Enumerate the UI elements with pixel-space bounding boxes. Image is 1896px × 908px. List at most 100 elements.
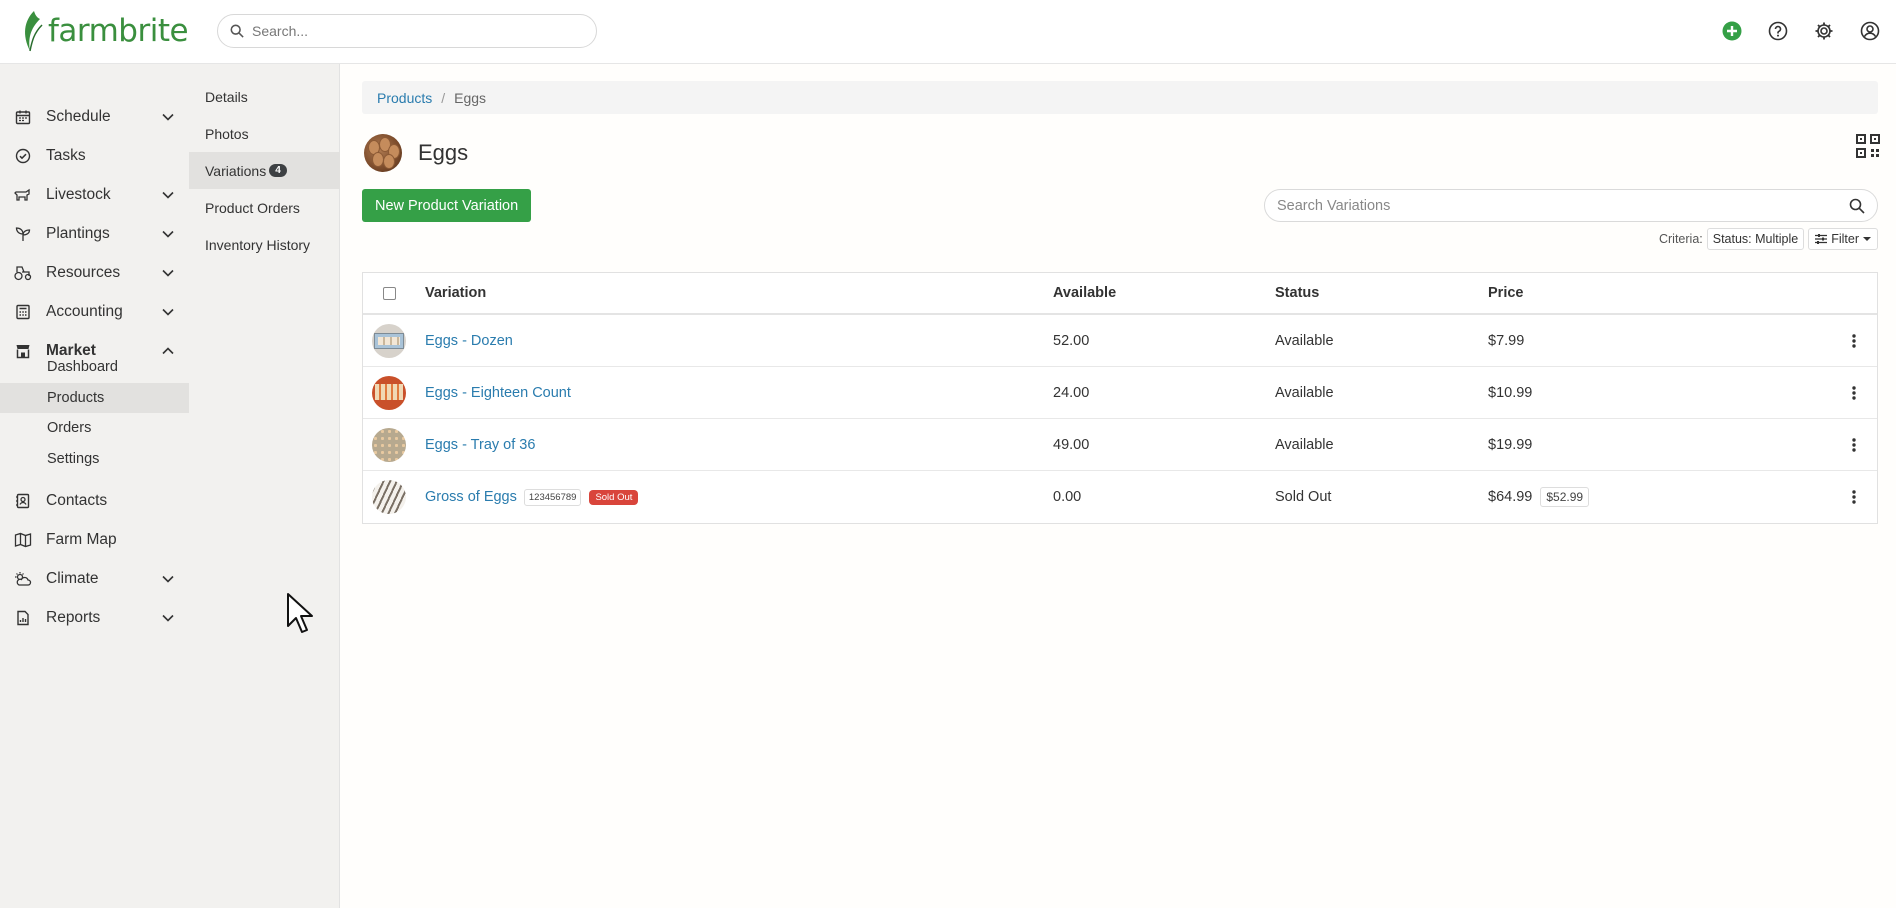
global-search[interactable] xyxy=(217,14,597,48)
sidebar-subitem-settings[interactable]: Settings xyxy=(0,444,189,474)
sold-out-badge: Sold Out xyxy=(589,489,639,505)
subnav-photos[interactable]: Photos xyxy=(189,115,340,152)
variation-link[interactable]: Eggs - Tray of 36 xyxy=(425,437,535,453)
tractor-icon xyxy=(14,264,32,282)
variations-search-input[interactable] xyxy=(1277,197,1837,214)
gear-icon[interactable] xyxy=(1810,17,1838,45)
status-cell: Available xyxy=(1275,332,1334,349)
product-subnav: Details Photos Variations 4 Product Orde… xyxy=(189,64,340,908)
caret-down-icon xyxy=(1863,237,1871,241)
sidebar-item-contacts[interactable]: Contacts xyxy=(0,481,189,520)
more-options-icon[interactable] xyxy=(1846,385,1862,401)
table-row[interactable]: Eggs - Tray of 36 49.00 Available $19.99 xyxy=(363,419,1877,471)
breadcrumb-products-link[interactable]: Products xyxy=(377,90,432,106)
subnav-variations[interactable]: Variations 4 xyxy=(189,152,340,189)
chevron-down-icon[interactable] xyxy=(161,572,175,586)
sliders-icon xyxy=(1815,234,1828,244)
variations-search[interactable] xyxy=(1264,189,1878,222)
chevron-down-icon[interactable] xyxy=(161,266,175,280)
sidebar-item-label: Tasks xyxy=(46,146,86,164)
criteria-label: Criteria: xyxy=(1658,232,1703,246)
breadcrumb: Products / Eggs xyxy=(362,81,1878,114)
chevron-down-icon[interactable] xyxy=(161,611,175,625)
chevron-down-icon[interactable] xyxy=(161,188,175,202)
search-icon[interactable] xyxy=(1849,198,1865,214)
column-header-price[interactable]: Price xyxy=(1488,273,1523,313)
contacts-icon xyxy=(14,492,32,510)
breadcrumb-current: Eggs xyxy=(454,89,487,106)
table-row[interactable]: Eggs - Dozen 52.00 Available $7.99 xyxy=(363,315,1877,367)
column-header-available[interactable]: Available xyxy=(1053,273,1116,313)
sidebar-item-label: Resources xyxy=(46,263,121,281)
sidebar-subitem-products[interactable]: Products xyxy=(0,383,189,413)
available-cell: 49.00 xyxy=(1053,436,1090,453)
sidebar-item-label: Accounting xyxy=(46,302,123,320)
sidebar-item-label: Schedule xyxy=(46,107,111,125)
sidebar-item-tasks[interactable]: Tasks xyxy=(0,136,189,175)
more-options-icon[interactable] xyxy=(1846,437,1862,453)
criteria-bar: Criteria: Status: Multiple Filter xyxy=(1659,228,1878,250)
sprout-icon xyxy=(14,225,32,243)
sidebar-item-livestock[interactable]: Livestock xyxy=(0,175,189,214)
subnav-product-orders[interactable]: Product Orders xyxy=(189,189,340,226)
farmbrite-logo[interactable]: farmbrite xyxy=(20,8,189,54)
variation-thumbnail xyxy=(372,480,406,514)
chevron-down-icon[interactable] xyxy=(161,227,175,241)
available-cell: 0.00 xyxy=(1053,489,1082,505)
column-header-status[interactable]: Status xyxy=(1275,273,1319,313)
sidebar-item-schedule[interactable]: Schedule xyxy=(0,97,189,136)
subnav-label: Photos xyxy=(205,125,249,142)
filter-button[interactable]: Filter xyxy=(1808,228,1878,250)
product-avatar xyxy=(364,134,402,172)
sidebar-item-climate[interactable]: Climate xyxy=(0,559,189,598)
column-header-variation[interactable]: Variation xyxy=(425,273,486,313)
sidebar-item-label: Plantings xyxy=(46,224,110,242)
table-header: Variation Available Status Price xyxy=(363,273,1877,315)
subnav-inventory-history[interactable]: Inventory History xyxy=(189,226,340,263)
sidebar-subitem-dashboard[interactable]: Dashboard xyxy=(0,352,189,382)
variation-thumbnail xyxy=(372,323,406,358)
page-title: Eggs xyxy=(418,140,469,165)
top-bar: farmbrite xyxy=(0,0,1896,64)
user-account-icon[interactable] xyxy=(1856,17,1884,45)
subnav-details[interactable]: Details xyxy=(189,78,340,115)
sidebar-item-accounting[interactable]: Accounting xyxy=(0,292,189,331)
sidebar-item-label: Contacts xyxy=(46,491,108,509)
available-cell: 24.00 xyxy=(1053,384,1090,401)
variation-thumbnail xyxy=(372,427,406,462)
variation-link[interactable]: Gross of Eggs xyxy=(425,489,517,505)
chevron-down-icon[interactable] xyxy=(161,110,175,124)
variations-table: Variation Available Status Price Eggs - … xyxy=(362,272,1878,524)
table-row[interactable]: Eggs - Eighteen Count 24.00 Available $1… xyxy=(363,367,1877,419)
variation-link[interactable]: Eggs - Dozen xyxy=(425,333,513,349)
leaf-logo-icon xyxy=(25,11,43,52)
sidebar-item-farm-map[interactable]: Farm Map xyxy=(0,520,189,559)
filter-label: Filter xyxy=(1831,232,1859,246)
report-icon xyxy=(14,609,32,627)
sidebar-subitem-orders[interactable]: Orders xyxy=(0,413,189,443)
cloud-sun-icon xyxy=(14,570,32,588)
mouse-cursor-icon xyxy=(287,593,313,633)
sku-badge: 123456789 xyxy=(523,488,582,506)
more-options-icon[interactable] xyxy=(1846,333,1862,349)
qr-code-icon[interactable] xyxy=(1856,134,1880,158)
calculator-icon xyxy=(14,303,32,321)
logo-text: farmbrite xyxy=(48,13,189,49)
table-row[interactable]: Gross of Eggs 123456789 Sold Out 0.00 So… xyxy=(363,471,1877,523)
sidebar-item-resources[interactable]: Resources xyxy=(0,253,189,292)
help-icon[interactable] xyxy=(1764,17,1792,45)
more-options-icon[interactable] xyxy=(1846,489,1862,505)
subnav-label: Product Orders xyxy=(205,199,300,216)
variation-link[interactable]: Eggs - Eighteen Count xyxy=(425,385,571,401)
global-search-input[interactable] xyxy=(252,23,572,39)
add-icon[interactable] xyxy=(1718,17,1746,45)
sidebar-item-plantings[interactable]: Plantings xyxy=(0,214,189,253)
sidebar-item-label: Farm Map xyxy=(46,530,117,548)
product-header: Eggs xyxy=(364,134,468,172)
sidebar-item-reports[interactable]: Reports xyxy=(0,598,189,637)
criteria-status-chip[interactable]: Status: Multiple xyxy=(1706,228,1805,250)
secondary-price-badge: $52.99 xyxy=(1540,487,1590,507)
select-all-checkbox[interactable] xyxy=(383,286,396,300)
new-product-variation-button[interactable]: New Product Variation xyxy=(362,189,532,222)
chevron-down-icon[interactable] xyxy=(161,305,175,319)
